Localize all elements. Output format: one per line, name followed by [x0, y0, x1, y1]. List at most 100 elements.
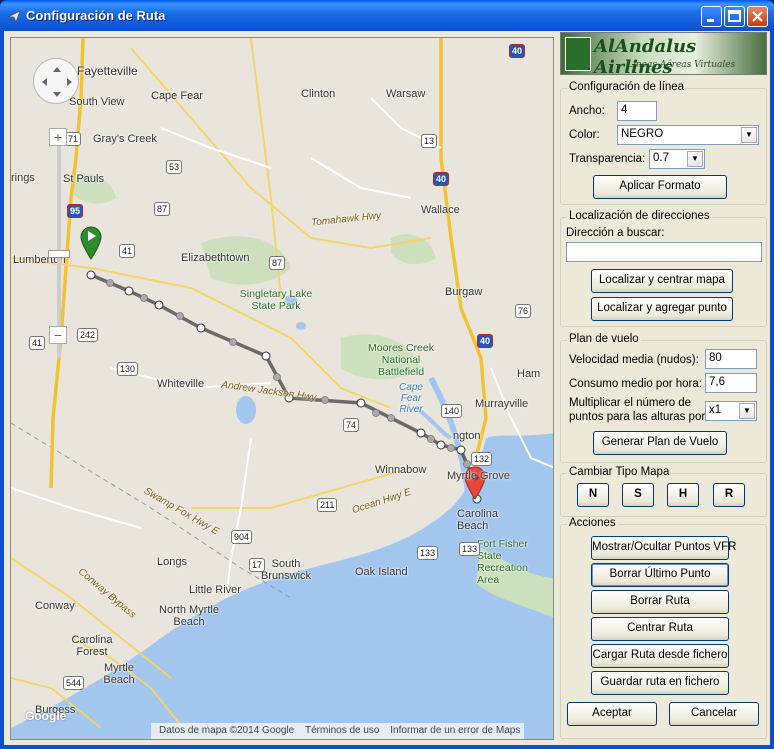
- width-input[interactable]: 4: [617, 101, 657, 121]
- map-place: rings: [11, 172, 35, 184]
- route-shield: 95: [67, 204, 84, 218]
- map-place: ngton: [453, 430, 481, 442]
- route-shield: 211: [317, 498, 338, 512]
- window-title: Configuración de Ruta: [26, 8, 166, 23]
- route-shield: 242: [77, 328, 99, 342]
- map-place: Fayetteville: [77, 64, 138, 78]
- apply-format-button[interactable]: Aplicar Formato: [593, 175, 727, 199]
- chevron-down-icon[interactable]: ▼: [741, 127, 757, 143]
- route-shield: 87: [154, 202, 171, 216]
- map-place: Whiteville: [157, 378, 205, 390]
- group-title: Cambiar Tipo Mapa: [567, 466, 672, 478]
- color-label: Color:: [569, 129, 600, 141]
- address-locator-group: Localización de direcciones Dirección a …: [560, 210, 767, 327]
- address-label: Dirección a buscar:: [566, 227, 665, 239]
- map-place: Conway: [35, 600, 75, 612]
- route-shield: 140: [441, 404, 463, 418]
- address-input[interactable]: [566, 242, 762, 262]
- terms-link[interactable]: Términos de uso: [305, 725, 379, 736]
- attribution-data: Datos de mapa ©2014 Google: [159, 725, 295, 736]
- center-route-button[interactable]: Centrar Ruta: [591, 617, 729, 641]
- zoom-slider-track[interactable]: [57, 136, 61, 358]
- pan-arrows-icon: [42, 67, 72, 97]
- locate-add-point-button[interactable]: Localizar y agregar punto: [591, 297, 733, 321]
- multiplier-select-value: x1: [709, 404, 722, 416]
- route-shield: 71: [65, 132, 82, 146]
- zoom-in-button[interactable]: +: [49, 128, 67, 146]
- map-place: Gray's Creek: [93, 133, 157, 145]
- route-shield: 40: [509, 44, 526, 58]
- report-error-link[interactable]: Informar de un error de Maps: [390, 725, 520, 736]
- client-area: Fayetteville South View Cape Fear Clinto…: [4, 31, 770, 745]
- title-bar[interactable]: Configuración de Ruta: [0, 0, 774, 31]
- map-place: Burgaw: [445, 286, 483, 298]
- route-shield: 17: [249, 558, 266, 572]
- cancel-button[interactable]: Cancelar: [669, 702, 759, 726]
- group-title: Localización de direcciones: [567, 210, 712, 222]
- toggle-vfr-points-button[interactable]: Mostrar/Ocultar Puntos VFR: [591, 536, 736, 560]
- delete-route-button[interactable]: Borrar Ruta: [591, 590, 729, 614]
- google-logo[interactable]: Google: [25, 709, 66, 723]
- route-shield: 133: [417, 546, 439, 560]
- map-place: Little River: [189, 584, 241, 596]
- route-shield: 40: [477, 334, 494, 348]
- color-select-value: NEGRO: [621, 128, 664, 140]
- map-place: Oak Island: [355, 566, 408, 578]
- chevron-down-icon[interactable]: ▼: [687, 151, 703, 167]
- group-title: Configuración de línea: [567, 81, 687, 93]
- logo-emblem-icon: [565, 37, 591, 71]
- chevron-down-icon[interactable]: ▼: [739, 403, 755, 419]
- route-shield: 76: [515, 304, 532, 318]
- map-type-relief-button[interactable]: R: [713, 483, 745, 507]
- map-type-satellite-button[interactable]: S: [622, 483, 654, 507]
- map-place: Murrayville: [475, 398, 529, 410]
- map-place: Carolina Forest: [71, 634, 113, 658]
- start-marker-icon[interactable]: [79, 226, 103, 260]
- route-shield: 41: [29, 336, 46, 350]
- map-place: Elizabethtown: [181, 252, 250, 264]
- route-shield: 544: [63, 676, 85, 690]
- park-label: Fort Fisher State Recreation Area: [477, 538, 528, 586]
- locate-center-button[interactable]: Localizar y centrar mapa: [591, 269, 733, 293]
- map-type-hybrid-button[interactable]: H: [667, 483, 699, 507]
- app-icon: [7, 10, 21, 24]
- park-label: Moores Creek National Battlefield: [368, 342, 434, 378]
- minimize-icon[interactable]: [701, 6, 722, 27]
- route-shield: 41: [119, 244, 136, 258]
- map-place: Myrtle Beach: [103, 662, 135, 686]
- line-config-group: Configuración de línea Ancho: 4 Color: N…: [560, 81, 767, 205]
- group-title: Plan de vuelo: [567, 333, 641, 345]
- generate-flight-plan-button[interactable]: Generar Plan de Vuelo: [593, 431, 727, 455]
- route-shield: 87: [269, 256, 286, 270]
- close-icon[interactable]: [747, 6, 768, 27]
- color-select[interactable]: NEGRO ▼: [617, 125, 759, 145]
- consumption-label: Consumo medio por hora:: [569, 378, 702, 390]
- actions-group: Acciones Mostrar/Ocultar Puntos VFR Borr…: [560, 517, 767, 739]
- zoom-out-button[interactable]: −: [49, 326, 67, 344]
- route-shield: 132: [471, 452, 493, 466]
- map-place: Myrtle Grove: [447, 470, 510, 482]
- delete-last-point-button[interactable]: Borrar Último Punto: [591, 563, 729, 587]
- speed-input[interactable]: 80: [705, 349, 757, 369]
- multiplier-select[interactable]: x1 ▼: [705, 401, 757, 421]
- map-view[interactable]: Fayetteville South View Cape Fear Clinto…: [10, 37, 554, 740]
- zoom-slider-thumb[interactable]: [48, 250, 70, 258]
- speed-label: Velocidad media (nudos):: [569, 354, 699, 366]
- map-type-normal-button[interactable]: N: [577, 483, 609, 507]
- airline-logo: AlAndalus Airlines Líneas Aéreas Virtual…: [560, 32, 767, 75]
- pan-control[interactable]: [33, 58, 79, 104]
- load-route-button[interactable]: Cargar Ruta desde fichero: [591, 644, 729, 668]
- map-place: North Myrtle Beach: [159, 604, 219, 628]
- group-title: Acciones: [567, 517, 618, 529]
- maximize-icon[interactable]: [724, 6, 745, 27]
- save-route-button[interactable]: Guardar ruta en fichero: [591, 671, 729, 695]
- map-place: Longs: [157, 556, 187, 568]
- water-label: Cape Fear River: [399, 382, 423, 415]
- transparency-select[interactable]: 0.7 ▼: [649, 149, 705, 169]
- logo-subtitle: Líneas Aéreas Virtuales: [627, 60, 736, 70]
- route-shield: 40: [433, 172, 450, 186]
- accept-button[interactable]: Aceptar: [567, 702, 657, 726]
- transparency-label: Transparencia:: [569, 153, 646, 165]
- map-place: Winnabow: [375, 464, 427, 476]
- consumption-input[interactable]: 7,6: [705, 373, 757, 393]
